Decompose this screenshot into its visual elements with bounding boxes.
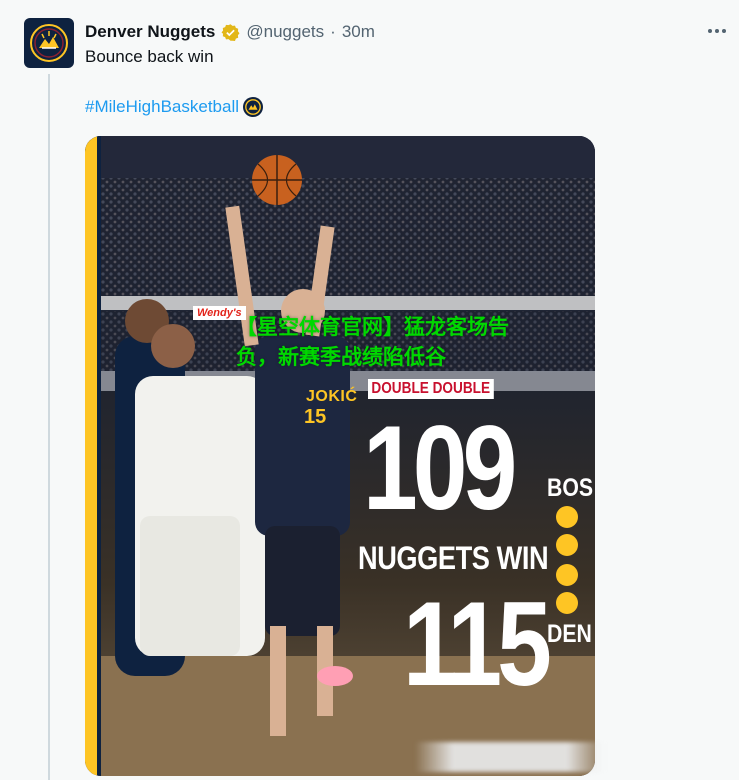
- handle[interactable]: @nuggets: [246, 22, 324, 42]
- home-score: 115: [403, 577, 552, 711]
- tweet-media-image[interactable]: Wendy's DOUBLE DOUBLE JOKIĆ 15 109 BOS N…: [85, 136, 595, 776]
- result-headline: NUGGETS WIN: [358, 540, 549, 576]
- series-dot: [556, 506, 578, 528]
- nuggets-logo-icon: [30, 24, 68, 62]
- watermark-overlay: 【星空体育官网】猛龙客场告负，新赛季战绩陷低谷: [236, 315, 509, 369]
- jersey-name: JOKIĆ: [306, 388, 358, 405]
- series-dot: [556, 564, 578, 586]
- series-dot: [556, 592, 578, 614]
- verified-badge-icon: [221, 23, 240, 42]
- thread-line: [48, 74, 50, 780]
- jersey-number: 15: [304, 406, 327, 428]
- display-name[interactable]: Denver Nuggets: [85, 22, 215, 42]
- away-score: 109: [363, 401, 517, 535]
- nuggets-hashflag-icon: [243, 97, 264, 117]
- tweet: Denver Nuggets @nuggets · 30m Bounce bac…: [0, 0, 739, 780]
- tweet-text: Bounce back win: [85, 47, 214, 66]
- avatar[interactable]: [24, 18, 74, 68]
- more-options-icon[interactable]: [705, 20, 729, 42]
- series-dot: [556, 534, 578, 556]
- timestamp[interactable]: 30m: [342, 22, 375, 42]
- separator-dot: ·: [330, 22, 336, 41]
- away-team-label: BOS: [547, 474, 594, 502]
- home-team-label: DEN: [547, 620, 592, 648]
- blurred-bar: [415, 742, 605, 772]
- hashtag-row: #MileHighBasketball: [85, 97, 264, 117]
- hashtag-link[interactable]: #MileHighBasketball: [85, 97, 239, 117]
- double-double-banner: DOUBLE DOUBLE: [368, 379, 494, 399]
- tweet-header: Denver Nuggets @nuggets · 30m: [85, 20, 375, 44]
